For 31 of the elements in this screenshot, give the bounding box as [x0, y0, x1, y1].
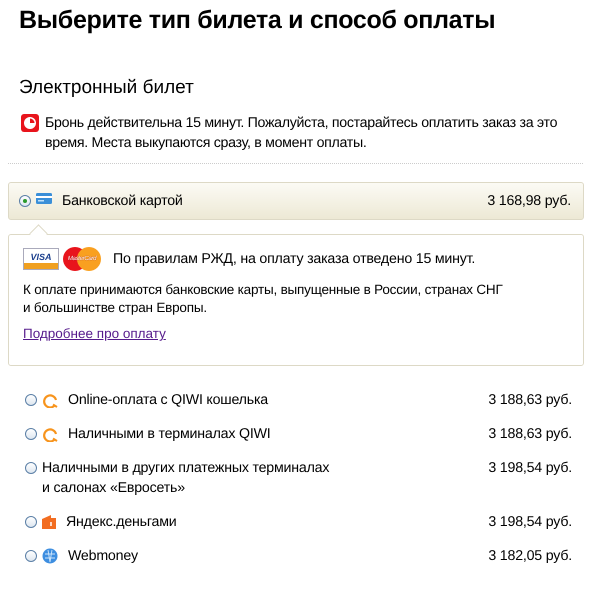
card-info-text: К оплате принимаются банковские карты, выпущенные в России, странах СНГ и большинстве стран Европы. — [23, 281, 504, 317]
wallet-icon — [42, 514, 56, 529]
clock-icon — [21, 114, 39, 132]
notice-text: Бронь действительна 15 минут. Пожалуйста, постарайтесь оплатить заказ за это время. Места выкупаются сразу, в момент оплаты. — [45, 114, 558, 153]
option-price: 3 198,54 руб. — [488, 513, 572, 532]
option-price: 3 182,05 руб. — [488, 547, 572, 566]
option-label[interactable]: Online-оплата с QIWI кошелька — [68, 390, 488, 410]
ring-icon — [42, 392, 58, 408]
radio-button[interactable] — [25, 550, 37, 562]
radio-button[interactable] — [25, 428, 37, 440]
option-label[interactable]: Банковской картой — [62, 191, 488, 211]
payment-rule-text: По правилам РЖД, на оплату заказа отведено 15 минут. — [113, 251, 476, 267]
page-title: Выберите тип билета и способ оплаты — [19, 6, 496, 35]
option-price: 3 188,63 руб. — [488, 391, 572, 410]
globe-icon — [42, 548, 58, 564]
option-label[interactable]: Яндекс.деньгами — [66, 512, 488, 532]
card-icon — [36, 193, 52, 204]
option-label[interactable]: Webmoney — [68, 546, 488, 566]
section-title: Электронный билет — [19, 77, 195, 99]
option-price: 3 168,98 руб. — [487, 192, 571, 211]
option-price: 3 188,63 руб. — [488, 425, 572, 444]
option-price: 3 198,54 руб. — [488, 459, 572, 478]
option-label[interactable]: Наличными в терминалах QIWI — [68, 424, 488, 444]
radio-button[interactable] — [19, 195, 31, 207]
payment-info-link[interactable]: Подробнее про оплату — [23, 326, 166, 341]
radio-button[interactable] — [25, 516, 37, 528]
option-label[interactable]: Наличными в других платежных терминалах и салонах «Евросеть» — [42, 458, 488, 498]
radio-button[interactable] — [25, 394, 37, 406]
ring-icon — [42, 426, 58, 442]
visa-logo: VISA — [23, 248, 59, 270]
radio-button[interactable] — [25, 462, 37, 474]
